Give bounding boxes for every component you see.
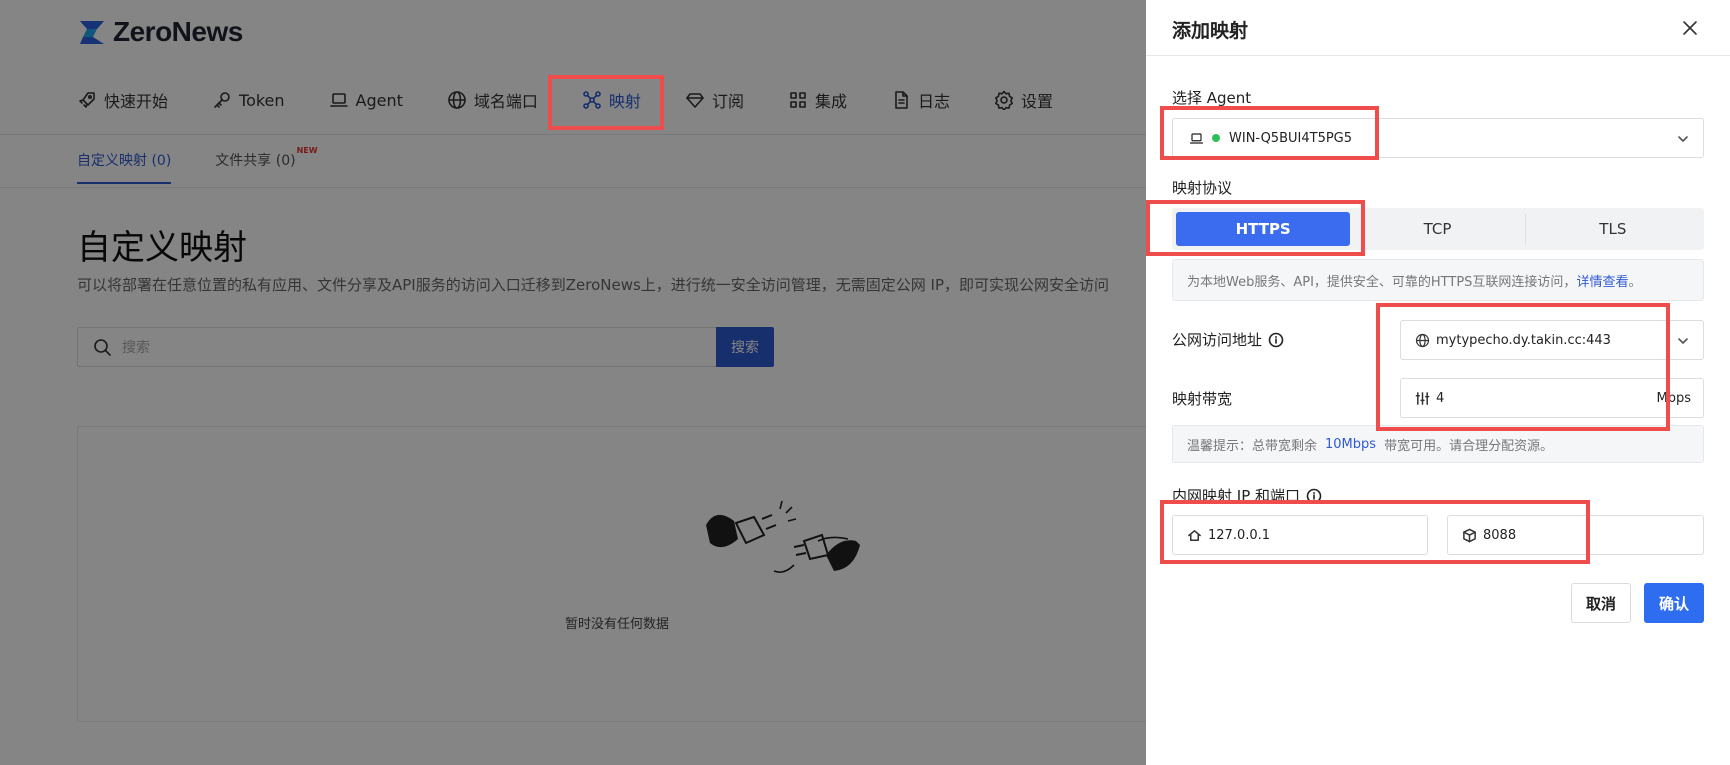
details-link[interactable]: 详情查看 [1576,271,1628,290]
bandwidth-tip-suffix: 带宽可用。请合理分配资源。 [1384,438,1554,454]
modal-overlay[interactable] [0,0,1146,765]
divider [1146,55,1730,56]
add-mapping-drawer: 添加映射 选择 Agent WIN-Q5BUI4T5PG5 映射协议 HTTPS… [1146,0,1730,765]
agent-select-value: WIN-Q5BUI4T5PG5 [1229,130,1353,146]
bandwidth-input[interactable]: 4 Mbps [1400,378,1704,418]
protocol-tip-end: 。 [1628,274,1642,290]
info-icon[interactable] [1268,332,1284,348]
protocol-segmented-control: HTTPS TCP TLS [1172,208,1704,250]
public-address-label: 公网访问地址 [1172,329,1284,350]
chevron-down-icon [1678,338,1688,344]
protocol-option-https[interactable]: HTTPS [1176,212,1351,246]
drawer-title: 添加映射 [1172,20,1249,42]
cube-icon [1463,528,1476,542]
bandwidth-label: 映射带宽 [1172,390,1233,408]
sliders-icon [1415,391,1430,405]
background-page: ZeroNews 快速开始 Token Agent 域名端口 映射 订阅 集成 … [0,0,1146,765]
laptop-icon [1189,132,1204,144]
bandwidth-value: 4 [1436,390,1445,406]
agent-select[interactable]: WIN-Q5BUI4T5PG5 [1172,118,1704,158]
public-address-select[interactable]: mytypecho.dy.takin.cc:443 [1400,320,1704,360]
internal-label-text: 内网映射 IP 和端口 [1172,487,1301,505]
cancel-button[interactable]: 取消 [1571,583,1631,623]
online-status-dot [1212,134,1220,142]
chevron-down-icon [1678,136,1688,142]
protocol-option-tcp[interactable]: TCP [1350,212,1524,246]
home-icon [1188,529,1201,541]
confirm-button[interactable]: 确认 [1644,583,1704,623]
bandwidth-unit: Mbps [1656,390,1692,406]
internal-ip-input[interactable]: 127.0.0.1 [1172,515,1428,555]
globe-icon [1415,333,1430,347]
protocol-label: 映射协议 [1172,179,1233,197]
protocol-option-tls[interactable]: TLS [1526,212,1700,246]
public-address-value: mytypecho.dy.takin.cc:443 [1436,332,1611,348]
internal-ip-value: 127.0.0.1 [1208,527,1271,543]
internal-port-value: 8088 [1483,527,1517,543]
close-icon[interactable] [1678,16,1702,40]
bandwidth-tip: 温馨提示：总带宽剩余 10Mbps 带宽可用。请合理分配资源。 [1172,425,1704,463]
public-address-label-text: 公网访问地址 [1172,331,1263,349]
bandwidth-tip-prefix: 温馨提示：总带宽剩余 [1187,438,1318,454]
agent-label: 选择 Agent [1172,89,1252,107]
internal-label: 内网映射 IP 和端口 [1172,485,1322,506]
protocol-tip-text: 为本地Web服务、API，提供安全、可靠的HTTPS互联网连接访问， [1187,274,1577,290]
info-icon[interactable] [1306,488,1322,504]
internal-port-input[interactable]: 8088 [1447,515,1704,555]
bandwidth-tip-value: 10Mbps [1325,436,1377,452]
protocol-tip: 为本地Web服务、API，提供安全、可靠的HTTPS互联网连接访问， 详情查看 … [1172,259,1704,301]
